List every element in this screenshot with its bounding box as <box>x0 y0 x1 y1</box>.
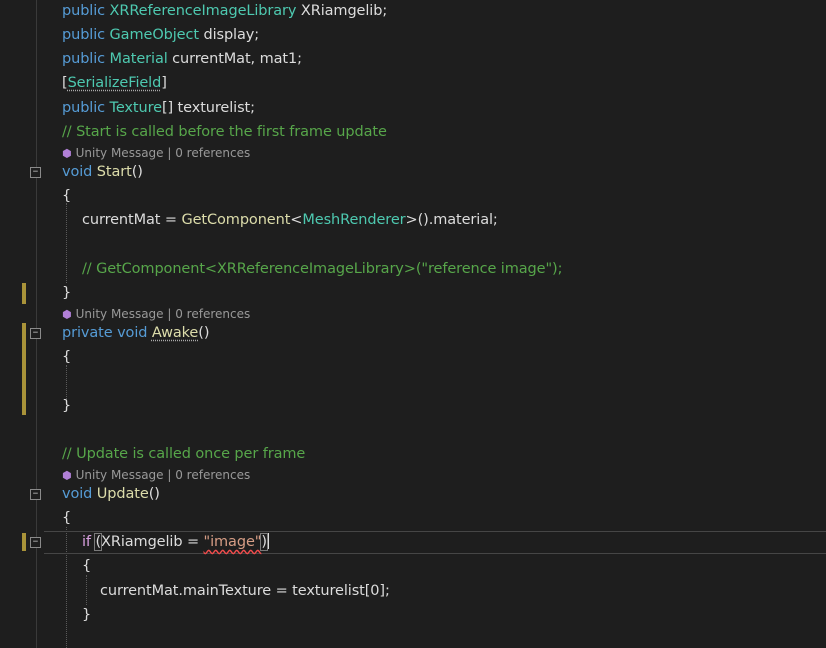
unity-cube-icon: ⬢ <box>62 147 72 160</box>
code-text: [] texturelist; <box>161 100 255 116</box>
code-line[interactable]: } <box>82 605 826 625</box>
code-line[interactable]: currentMat.mainTexture = texturelist[0]; <box>100 581 826 601</box>
change-marker <box>22 283 26 304</box>
code-line[interactable]: public Texture[] texturelist; <box>62 98 826 118</box>
code-line[interactable]: void Update() <box>62 484 826 504</box>
code-editor[interactable]: − − − − public XRReferenceImageLibrary X… <box>0 0 826 648</box>
bracket: ) <box>260 533 268 551</box>
text-cursor <box>267 533 269 549</box>
codelens[interactable]: ⬢ Unity Message | 0 references <box>62 145 250 161</box>
attribute-name: SerializeField <box>67 75 162 91</box>
code-text: display; <box>198 27 260 43</box>
method-name: Awake <box>151 325 199 341</box>
change-marker <box>22 533 26 551</box>
code-text: XRiamgelib; <box>296 3 388 19</box>
code-line[interactable]: private void Awake() <box>62 323 826 343</box>
codelens-text: Unity Message | 0 references <box>75 468 251 482</box>
method-name: Start <box>96 164 132 180</box>
code-text: currentMat, mat1; <box>167 51 302 67</box>
code-line[interactable]: currentMat = GetComponent<MeshRenderer>(… <box>82 210 826 230</box>
unity-cube-icon: ⬢ <box>62 469 72 482</box>
code-line[interactable]: { <box>62 508 826 528</box>
method-name: GetComponent <box>181 212 291 228</box>
collapse-icon[interactable]: − <box>30 537 41 548</box>
string-literal: "image" <box>203 534 262 550</box>
codelens[interactable]: ⬢ Unity Message | 0 references <box>62 467 250 483</box>
keyword: if <box>82 534 96 550</box>
codelens-text: Unity Message | 0 references <box>75 146 251 160</box>
code-line[interactable]: { <box>82 556 826 576</box>
keyword: public <box>62 100 110 116</box>
code-line[interactable]: { <box>62 347 826 367</box>
type-name: MeshRenderer <box>302 212 406 228</box>
code-text: () <box>148 486 160 502</box>
keyword: void <box>62 486 97 502</box>
code-comment[interactable]: // GetComponent<XRReferenceImageLibrary>… <box>82 259 826 279</box>
keyword: void <box>62 164 97 180</box>
type-name: Texture <box>109 100 162 116</box>
code-line[interactable]: public XRReferenceImageLibrary XRiamgeli… <box>62 1 826 21</box>
code-text: >().material; <box>405 212 498 228</box>
code-text: () <box>198 325 210 341</box>
change-marker <box>22 323 26 415</box>
code-comment[interactable]: // Update is called once per frame <box>62 444 826 464</box>
bracket: ] <box>161 75 167 91</box>
code-line[interactable]: { <box>62 186 826 206</box>
code-line[interactable]: } <box>62 283 826 303</box>
code-text: XRiamgelib = <box>101 534 204 550</box>
fold-margin-line <box>36 0 37 648</box>
code-line[interactable]: } <box>62 396 826 416</box>
codelens[interactable]: ⬢ Unity Message | 0 references <box>62 306 250 322</box>
code-line[interactable]: [SerializeField] <box>62 73 826 93</box>
type-name: GameObject <box>109 27 200 43</box>
indent-guide <box>86 575 87 605</box>
code-line[interactable]: public Material currentMat, mat1; <box>62 49 826 69</box>
keyword: public <box>62 51 110 67</box>
unity-cube-icon: ⬢ <box>62 308 72 321</box>
code-line[interactable]: public GameObject display; <box>62 25 826 45</box>
code-line[interactable]: void Start() <box>62 162 826 182</box>
code-text: () <box>131 164 143 180</box>
method-name: Update <box>96 486 149 502</box>
keyword: public <box>62 27 110 43</box>
type-name: Material <box>109 51 168 67</box>
code-comment[interactable]: // Start is called before the first fram… <box>62 122 826 142</box>
collapse-icon[interactable]: − <box>30 167 41 178</box>
type-name: XRReferenceImageLibrary <box>109 3 297 19</box>
collapse-icon[interactable]: − <box>30 328 41 339</box>
collapse-icon[interactable]: − <box>30 489 41 500</box>
keyword: private void <box>62 325 152 341</box>
code-line[interactable]: if (XRiamgelib = "image") <box>82 532 826 552</box>
keyword: public <box>62 3 110 19</box>
code-text: < <box>290 212 303 228</box>
indent-guide <box>66 203 67 283</box>
code-text: currentMat = <box>82 212 182 228</box>
codelens-text: Unity Message | 0 references <box>75 307 251 321</box>
